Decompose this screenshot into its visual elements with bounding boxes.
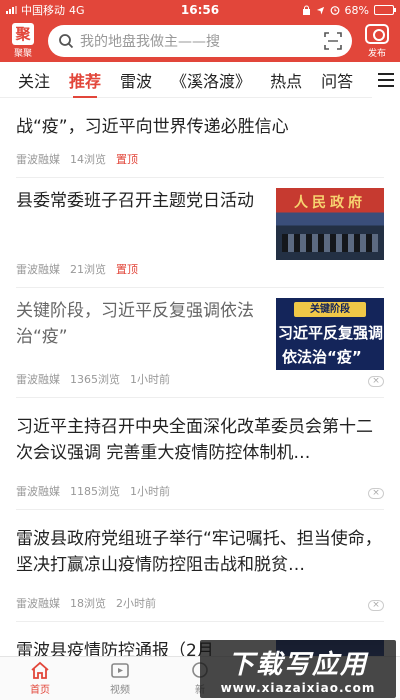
nav-home[interactable]: 首页 — [0, 657, 80, 700]
list-item[interactable]: 习近平主持召开中央全面深化改革委员会第十二次会议强调 完善重大疫情防控体制机… … — [16, 398, 384, 510]
item-source: 雷波融媒 — [16, 485, 60, 498]
item-source: 雷波融媒 — [16, 153, 60, 166]
item-source: 雷波融媒 — [16, 373, 60, 386]
item-title: 关键阶段，习近平反复强调依法治“疫” — [16, 301, 254, 347]
video-icon — [111, 663, 129, 678]
publish-button[interactable]: 发布 — [360, 23, 394, 59]
item-title: 习近平主持召开中央全面深化改革委员会第十二次会议强调 完善重大疫情防控体制机… — [16, 417, 373, 463]
thumbnail-badge: 关键阶段 — [294, 302, 366, 317]
nav-home-label: 首页 — [30, 685, 50, 696]
status-bar: 中国移动 4G 16:56 68% — [0, 0, 400, 20]
search-placeholder: 我的地盘我做主——搜 — [80, 34, 220, 50]
menu-icon[interactable] — [372, 62, 400, 98]
watermark: 下载写应用 www.xiazaixiao.com — [200, 640, 396, 698]
dismiss-icon[interactable]: × — [368, 488, 384, 499]
logo-mark: 聚 — [12, 23, 34, 45]
logo-label: 聚聚 — [13, 49, 32, 59]
item-source: 雷波融媒 — [16, 263, 60, 276]
dismiss-icon[interactable]: × — [368, 600, 384, 611]
app-logo[interactable]: 聚 聚聚 — [6, 23, 40, 59]
list-item[interactable]: 关键阶段，习近平反复强调依法治“疫” 关键阶段 习近平反复强调 依法治“疫” 雷… — [16, 288, 384, 398]
watermark-url: www.xiazaixiao.com — [220, 680, 376, 695]
tab-leibo[interactable]: 雷波 — [120, 68, 152, 92]
tab-hot[interactable]: 热点 — [270, 68, 302, 92]
tab-follow[interactable]: 关注 — [18, 68, 50, 92]
thumbnail-text: 依法治“疫” — [282, 348, 362, 366]
header: 聚 聚聚 我的地盘我做主——搜 发布 — [0, 20, 400, 62]
location-icon — [316, 6, 324, 15]
battery-icon — [374, 5, 396, 15]
tab-recommend[interactable]: 推荐 — [69, 68, 101, 98]
item-views: 1185浏览 — [70, 485, 120, 498]
item-source: 雷波融媒 — [16, 597, 60, 610]
search-icon — [59, 34, 74, 49]
item-title: 雷波县政府党组班子举行“牢记嘱托、担当使命，坚决打赢凉山疫情防控阻击战和脱贫… — [16, 529, 382, 575]
top-bar: 中国移动 4G 16:56 68% 聚 聚聚 我的地盘我做主——搜 发布 — [0, 0, 400, 62]
list-item[interactable]: 战“疫”，习近平向世界传递必胜信心 雷波融媒 14浏览 置顶 — [16, 98, 384, 178]
item-views: 1365浏览 — [70, 373, 120, 386]
nav-video[interactable]: 视频 — [80, 657, 160, 700]
item-thumbnail: 关键阶段 习近平反复强调 依法治“疫” — [276, 298, 384, 370]
nav-video-label: 视频 — [110, 685, 130, 696]
search-bar[interactable]: 我的地盘我做主——搜 — [48, 25, 352, 57]
item-title: 战“疫”，习近平向世界传递必胜信心 — [16, 117, 289, 137]
item-views: 18浏览 — [70, 597, 106, 610]
publish-label: 发布 — [367, 48, 386, 59]
category-tabs: 关注 推荐 雷波 《溪洛渡》 热点 问答 — [0, 62, 400, 98]
item-title: 县委常委班子召开主题党日活动 — [16, 191, 254, 211]
item-time: 1小时前 — [130, 373, 170, 386]
item-time: 2小时前 — [116, 597, 156, 610]
thumbnail-text: 习近平反复强调 — [278, 324, 384, 342]
lock-icon — [302, 5, 310, 15]
item-views: 14浏览 — [70, 153, 106, 166]
signal-icon — [6, 6, 17, 14]
item-views: 21浏览 — [70, 263, 106, 276]
pinned-badge: 置顶 — [116, 153, 138, 166]
network-label: 4G — [69, 3, 85, 17]
alarm-icon — [330, 6, 339, 15]
tab-qa[interactable]: 问答 — [321, 68, 353, 92]
battery-percent: 68% — [344, 3, 369, 17]
item-time: 1小时前 — [130, 485, 170, 498]
list-item[interactable]: 县委常委班子召开主题党日活动 人民政府 雷波融媒 21浏览 置顶 — [16, 178, 384, 288]
tab-xiluodu[interactable]: 《溪洛渡》 — [171, 68, 251, 92]
list-item[interactable]: 雷波县政府党组班子举行“牢记嘱托、担当使命，坚决打赢凉山疫情防控阻击战和脱贫… … — [16, 510, 384, 622]
scan-icon[interactable] — [324, 32, 342, 50]
item-thumbnail: 人民政府 — [276, 188, 384, 260]
pinned-badge: 置顶 — [116, 263, 138, 276]
dismiss-icon[interactable]: × — [368, 376, 384, 387]
watermark-title: 下载写应用 — [227, 649, 368, 680]
carrier-label: 中国移动 — [21, 4, 65, 17]
thumbnail-banner-text: 人民政府 — [294, 195, 366, 211]
home-icon — [31, 661, 49, 679]
news-feed: 战“疫”，习近平向世界传递必胜信心 雷波融媒 14浏览 置顶 县委常委班子召开主… — [0, 98, 400, 682]
camera-icon — [365, 23, 389, 44]
